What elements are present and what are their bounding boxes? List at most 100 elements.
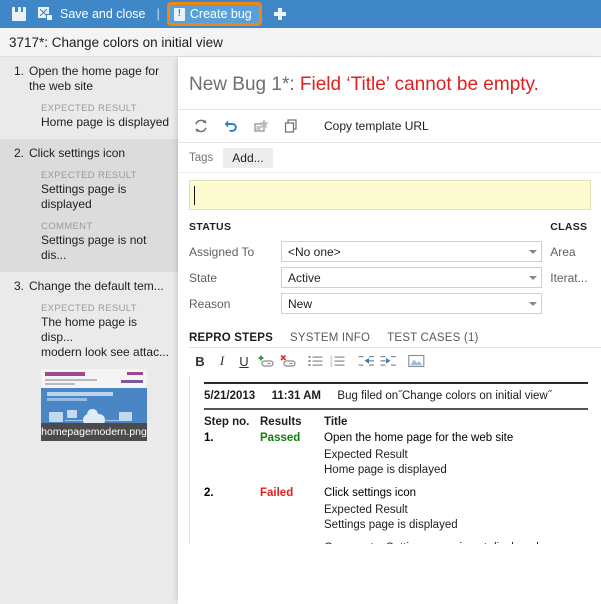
state-value: Active bbox=[288, 271, 525, 285]
bug-form-name: New Bug 1*: bbox=[189, 74, 295, 95]
save-and-close-button[interactable] bbox=[32, 1, 58, 27]
copy-icon bbox=[283, 118, 299, 134]
bullet-list-icon[interactable] bbox=[305, 350, 327, 372]
area-label: Area bbox=[550, 240, 601, 263]
chevron-down-icon bbox=[525, 268, 541, 287]
command-bar: Save and close | Create bug bbox=[0, 0, 601, 28]
text-caret bbox=[194, 186, 195, 205]
repro-row-2-detail: Expected Result Settings page is display… bbox=[204, 503, 601, 533]
repro-steps-content[interactable]: 5/21/2013 11:31 AM Bug filed on˝Change c… bbox=[189, 376, 601, 544]
test-step-3-head: 3. Change the default tem... bbox=[8, 279, 170, 294]
bold-icon[interactable]: B bbox=[189, 350, 211, 372]
plus-icon bbox=[274, 8, 286, 20]
test-step-3-expected-label: EXPECTED RESULT bbox=[41, 303, 170, 314]
work-item-title-bar: 3717*: Change colors on initial view bbox=[0, 28, 601, 57]
create-bug-button[interactable]: Create bug bbox=[167, 2, 262, 26]
bug-filed-date: 5/21/2013 bbox=[204, 390, 255, 402]
test-step-3[interactable]: 3. Change the default tem... EXPECTED RE… bbox=[0, 272, 178, 450]
test-step-2-title: Click settings icon bbox=[29, 146, 170, 161]
test-step-1-number: 1. bbox=[8, 64, 29, 78]
repro-row-2-comment: Comments: Settings page is not displayed bbox=[204, 541, 601, 544]
iteration-label: Iterat... bbox=[550, 266, 601, 289]
test-step-2-head: 2. Click settings icon bbox=[8, 146, 170, 161]
indent-icon[interactable] bbox=[377, 350, 399, 372]
undo-button[interactable] bbox=[216, 111, 246, 141]
numbered-list-icon[interactable]: 1 2 3 bbox=[327, 350, 349, 372]
bug-filed-line: 5/21/2013 11:31 AM Bug filed on˝Change c… bbox=[204, 384, 601, 408]
add-button[interactable] bbox=[271, 3, 289, 25]
assigned-to-row: Assigned To <No one> bbox=[189, 240, 542, 263]
repro-steps-table: Step no. Results Title 1. Passed Open th… bbox=[204, 416, 601, 544]
repro-row-2-comment-text: Comments: Settings page is not displayed bbox=[324, 541, 601, 544]
repro-row-1-result: Passed bbox=[260, 432, 324, 444]
refresh-button[interactable] bbox=[186, 111, 216, 141]
tags-row: Tags Add... bbox=[178, 143, 601, 173]
test-steps-pane[interactable]: 1. Open the home page for the web site E… bbox=[0, 57, 178, 604]
bug-filed-time: 11:31 AM bbox=[272, 390, 321, 402]
page-title: 3717*: Change colors on initial view bbox=[9, 35, 223, 50]
state-row: State Active bbox=[189, 266, 542, 289]
chevron-down-icon bbox=[525, 294, 541, 313]
status-group-heading: STATUS bbox=[189, 221, 542, 233]
assigned-to-label: Assigned To bbox=[189, 245, 281, 259]
underline-icon[interactable]: U bbox=[233, 350, 255, 372]
save-button[interactable] bbox=[6, 1, 32, 27]
remove-link-icon[interactable] bbox=[277, 350, 299, 372]
test-step-3-expected: EXPECTED RESULT The home page is disp...… bbox=[8, 303, 170, 360]
create-bug-label: Create bug bbox=[190, 7, 252, 21]
reason-row: Reason New bbox=[189, 292, 542, 315]
outdent-icon[interactable] bbox=[355, 350, 377, 372]
test-step-2-expected: EXPECTED RESULT Settings page is display… bbox=[8, 170, 170, 212]
repro-row-2-title: Click settings icon bbox=[324, 487, 601, 499]
italic-icon[interactable]: I bbox=[211, 350, 233, 372]
insert-image-icon[interactable] bbox=[405, 350, 427, 372]
assigned-to-select[interactable]: <No one> bbox=[281, 241, 542, 262]
attachment-thumbnail-image[interactable]: homepagemodern.png bbox=[41, 369, 147, 441]
column-header-title: Title bbox=[324, 416, 601, 428]
state-select[interactable]: Active bbox=[281, 267, 542, 288]
test-step-3-expected-text: The home page is disp... modern look see… bbox=[41, 315, 170, 360]
repro-row-2-detail-text: Expected Result Settings page is display… bbox=[324, 503, 601, 533]
repro-row-1-title: Open the home page for the web site bbox=[324, 432, 601, 444]
test-step-2[interactable]: 2. Click settings icon EXPECTED RESULT S… bbox=[0, 139, 178, 272]
tags-label: Tags bbox=[189, 152, 213, 164]
table-row: 1. Passed Open the home page for the web… bbox=[204, 432, 601, 444]
test-step-2-expected-label: EXPECTED RESULT bbox=[41, 170, 170, 181]
reason-select[interactable]: New bbox=[281, 293, 542, 314]
rich-text-format-toolbar: B I U bbox=[189, 348, 601, 372]
copy-button[interactable] bbox=[276, 111, 306, 141]
test-step-1[interactable]: 1. Open the home page for the web site E… bbox=[0, 57, 178, 139]
test-step-2-comment-text: Settings page is not dis... bbox=[41, 233, 170, 263]
classification-field-group: CLASS Area Iterat... bbox=[542, 221, 601, 318]
repro-row-2-result: Failed bbox=[260, 487, 324, 499]
state-label: State bbox=[189, 271, 281, 285]
save-and-close-icon bbox=[38, 7, 53, 21]
tab-system-info[interactable]: SYSTEM INFO bbox=[290, 332, 370, 347]
repro-row-1-detail-text: Expected Result Home page is displayed bbox=[324, 448, 601, 478]
repro-row-2-step: 2. bbox=[204, 487, 260, 499]
insert-link-icon[interactable] bbox=[255, 350, 277, 372]
thumbnail-header-stripe bbox=[41, 369, 147, 388]
reason-label: Reason bbox=[189, 297, 281, 311]
bug-form-validation-error: Field ‘Title’ cannot be empty. bbox=[300, 74, 539, 95]
bug-title-input[interactable] bbox=[189, 180, 591, 210]
test-step-1-expected-label: EXPECTED RESULT bbox=[41, 103, 170, 114]
class-group-heading: CLASS bbox=[550, 221, 601, 233]
revert-template-button[interactable] bbox=[246, 111, 276, 141]
revert-template-icon bbox=[253, 118, 269, 134]
repro-row-1-detail: Expected Result Home page is displayed bbox=[204, 448, 601, 478]
bug-form-toolbar: Copy template URL bbox=[178, 109, 601, 143]
test-step-2-number: 2. bbox=[8, 146, 29, 160]
copy-template-url-link[interactable]: Copy template URL bbox=[324, 119, 429, 133]
column-header-results: Results bbox=[260, 416, 324, 428]
svg-text:3: 3 bbox=[330, 363, 333, 368]
tab-test-cases[interactable]: TEST CASES (1) bbox=[387, 332, 478, 347]
save-and-close-label[interactable]: Save and close bbox=[58, 0, 151, 28]
tab-repro-steps[interactable]: REPRO STEPS bbox=[189, 332, 273, 347]
test-step-3-attachment[interactable]: homepagemodern.png bbox=[41, 369, 147, 441]
refresh-icon bbox=[193, 118, 209, 134]
test-step-3-number: 3. bbox=[8, 279, 29, 293]
test-step-1-expected: EXPECTED RESULT Home page is displayed bbox=[8, 103, 170, 130]
add-tag-button[interactable]: Add... bbox=[223, 148, 272, 168]
test-step-1-expected-text: Home page is displayed bbox=[41, 115, 170, 130]
